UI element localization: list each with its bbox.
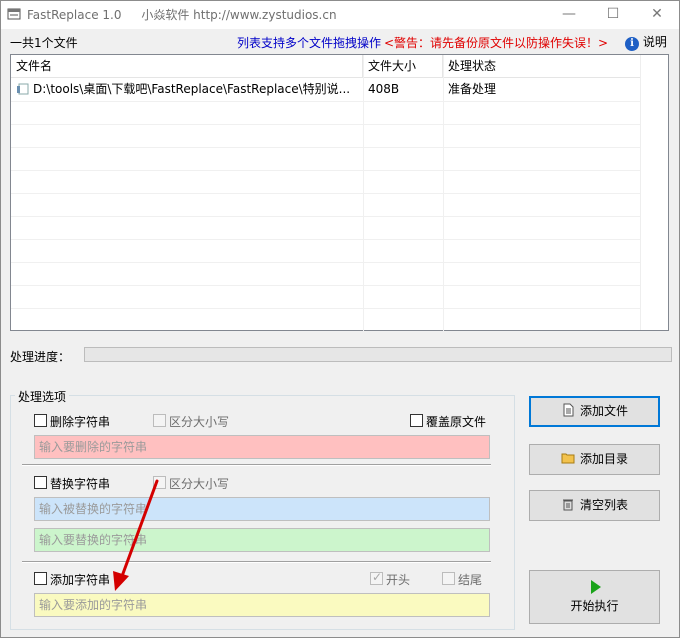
add-directory-button[interactable]: 添加目录	[529, 444, 660, 475]
delete-string-checkbox[interactable]	[34, 414, 47, 427]
cell-size: 408B	[368, 82, 400, 96]
grid-line	[11, 308, 640, 309]
replace-from-input[interactable]: 输入被替换的字符串	[34, 497, 490, 521]
replace-to-input[interactable]: 输入要替换的字符串	[34, 528, 490, 552]
table-row[interactable]: D:\tools\桌面\下载吧\FastReplace\FastReplace\…	[11, 78, 640, 101]
grid-line	[11, 239, 640, 240]
cell-status: 准备处理	[448, 82, 497, 96]
delete-case-label[interactable]: 区分大小写	[169, 413, 229, 430]
check-icon: ✓	[372, 570, 383, 584]
clear-list-button[interactable]: 清空列表	[529, 490, 660, 521]
grid-line	[11, 285, 640, 286]
vertical-scrollbar[interactable]	[640, 55, 668, 330]
delete-case-checkbox[interactable]	[153, 414, 166, 427]
replace-string-label[interactable]: 替换字符串	[50, 475, 110, 492]
progress-bar	[84, 347, 672, 362]
add-start-label[interactable]: 开头	[386, 571, 410, 588]
column-header-size[interactable]: 文件大小	[363, 55, 443, 78]
add-string-checkbox[interactable]	[34, 572, 47, 585]
minimize-button[interactable]: —	[547, 1, 591, 29]
app-title: FastReplace 1.0	[27, 8, 122, 22]
warning-label: <警告：请先备份原文件以防操作失误！>	[384, 36, 609, 50]
start-button[interactable]: 开始执行	[529, 570, 660, 624]
help-link[interactable]: i 说明	[625, 33, 667, 51]
folder-icon	[561, 453, 575, 464]
column-header-filename[interactable]: 文件名	[11, 55, 363, 78]
window-title: FastReplace 1.0 小焱软件 http://www.zystudio…	[27, 6, 353, 23]
progress-label: 处理进度：	[10, 350, 71, 364]
document-icon	[563, 403, 574, 417]
add-string-input[interactable]: 输入要添加的字符串	[34, 593, 490, 617]
delete-string-input[interactable]: 输入要删除的字符串	[34, 435, 490, 459]
grid-line	[11, 101, 640, 102]
help-label: 说明	[642, 35, 667, 49]
filename-text: D:\tools\桌面\下载吧\FastReplace\FastReplace\…	[33, 82, 351, 96]
add-end-label[interactable]: 结尾	[458, 571, 482, 588]
options-group-title: 处理选项	[15, 388, 70, 405]
file-list-table[interactable]: 文件名 文件大小 处理状态 D:\tools\桌面\下载吧\FastReplac…	[10, 54, 669, 331]
column-header-status[interactable]: 处理状态	[443, 55, 641, 78]
grid-line	[11, 216, 640, 217]
overwrite-checkbox[interactable]	[410, 414, 423, 427]
grid-line	[11, 262, 640, 263]
grid-line	[11, 124, 640, 125]
add-end-checkbox[interactable]	[442, 572, 455, 585]
add-file-button[interactable]: 添加文件	[529, 396, 660, 427]
info-icon: i	[625, 37, 639, 51]
clear-list-label: 清空列表	[579, 498, 628, 512]
cell-filename: D:\tools\桌面\下载吧\FastReplace\FastReplace\…	[11, 78, 363, 101]
grid-line	[11, 147, 640, 148]
replace-string-checkbox[interactable]	[34, 476, 47, 489]
app-icon	[7, 8, 21, 20]
red-arrow-annotation	[113, 479, 159, 591]
file-icon	[17, 83, 29, 95]
app-window: FastReplace 1.0 小焱软件 http://www.zystudio…	[0, 0, 680, 638]
start-label: 开始执行	[570, 599, 619, 613]
table-header: 文件名 文件大小 处理状态	[11, 55, 641, 78]
add-file-label: 添加文件	[579, 404, 628, 418]
vendor-label: 小焱软件 http://www.zystudios.cn	[141, 8, 337, 22]
add-start-checkbox[interactable]: ✓	[370, 570, 383, 585]
file-count-label: 一共1个文件	[10, 36, 78, 50]
section-divider	[22, 561, 491, 563]
delete-string-label[interactable]: 删除字符串	[50, 413, 110, 430]
overwrite-label[interactable]: 覆盖原文件	[426, 413, 486, 430]
play-icon	[590, 580, 601, 594]
add-directory-label: 添加目录	[579, 452, 628, 466]
close-button[interactable]: ✕	[635, 1, 679, 29]
grid-line	[11, 170, 640, 171]
trash-icon	[562, 499, 573, 511]
grid-line	[11, 193, 640, 194]
drag-hint-label: 列表支持多个文件拖拽操作	[237, 36, 382, 50]
replace-case-label[interactable]: 区分大小写	[169, 475, 229, 492]
add-string-label[interactable]: 添加字符串	[50, 571, 110, 588]
title-bar[interactable]: FastReplace 1.0 小焱软件 http://www.zystudio…	[1, 1, 679, 29]
section-divider	[22, 464, 491, 466]
maximize-button[interactable]: ☐	[591, 1, 635, 29]
